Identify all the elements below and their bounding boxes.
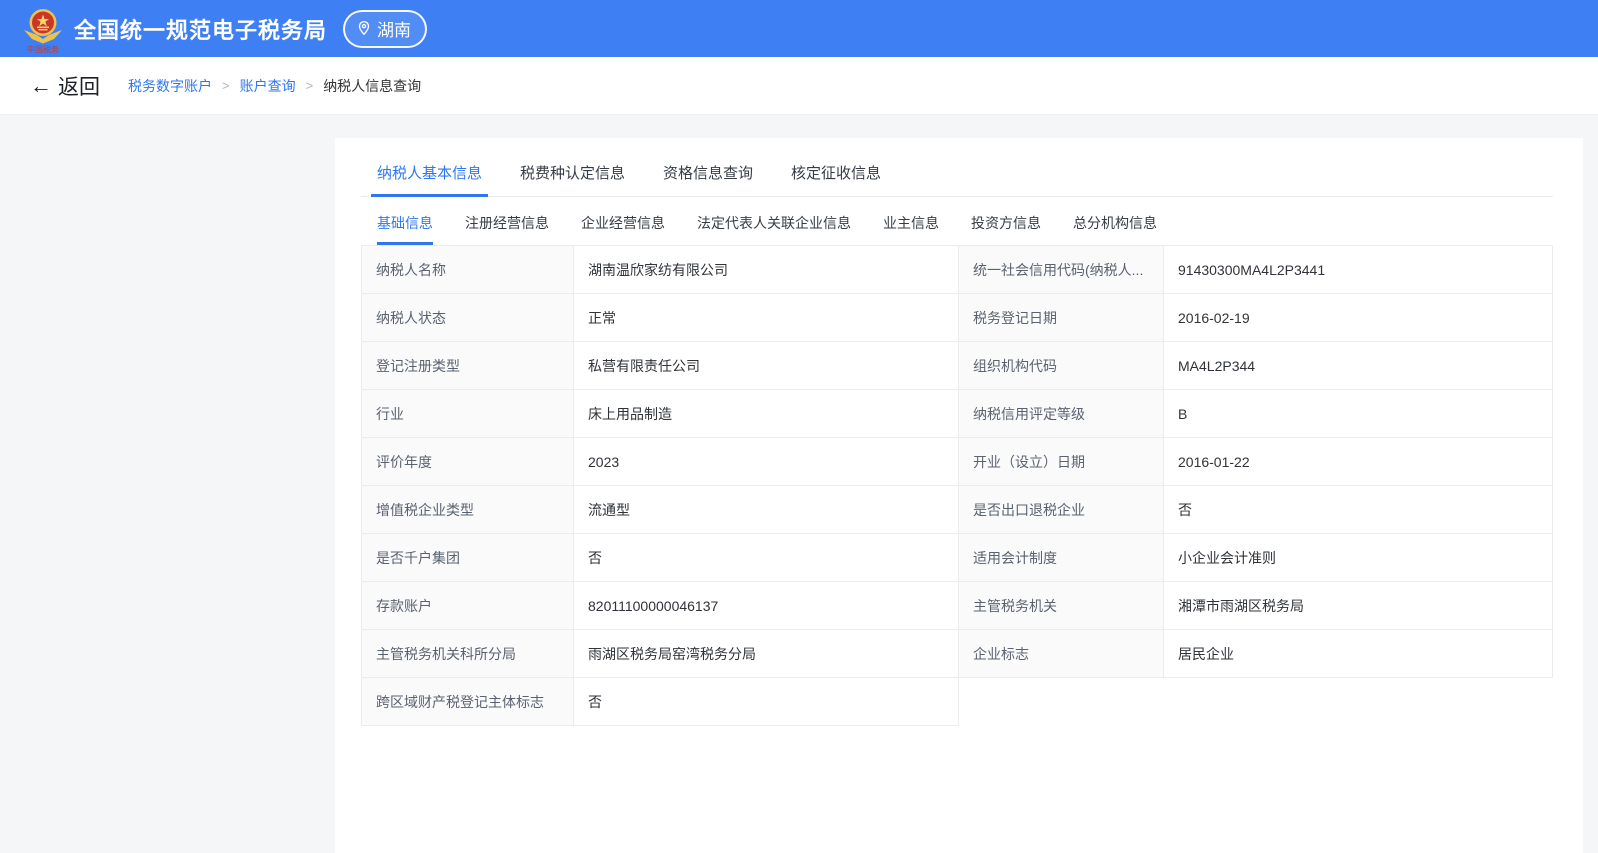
row-label: 开业（设立）日期: [959, 438, 1164, 485]
content-card: 纳税人基本信息 税费种认定信息 资格信息查询 核定征收信息 基础信息注册经营信息企业经…: [335, 138, 1583, 853]
row-label: 主管税务机关: [959, 582, 1164, 629]
table-row: 存款账户82011100000046137主管税务机关湘潭市雨湖区税务局: [361, 582, 1553, 630]
secondary-tab-2[interactable]: 企业经营信息: [581, 213, 665, 245]
secondary-tab-6[interactable]: 总分机构信息: [1073, 213, 1157, 245]
secondary-tab-3[interactable]: 法定代表人关联企业信息: [697, 213, 851, 245]
row-value: 2016-02-19: [1164, 294, 1552, 341]
row-value: 雨湖区税务局窑湾税务分局: [574, 630, 959, 677]
row-value: B: [1164, 390, 1552, 437]
back-label: 返回: [58, 71, 100, 101]
row-label: 行业: [362, 390, 574, 437]
row-label: 组织机构代码: [959, 342, 1164, 389]
row-label: 纳税信用评定等级: [959, 390, 1164, 437]
app-header: 中国税务 全国统一规范电子税务局 湖南: [0, 0, 1598, 57]
row-value: MA4L2P344: [1164, 342, 1552, 389]
table-row: 评价年度2023开业（设立）日期2016-01-22: [361, 438, 1553, 486]
row-label: 增值税企业类型: [362, 486, 574, 533]
row-value: 91430300MA4L2P3441: [1164, 246, 1552, 293]
breadcrumb-separator: >: [306, 78, 314, 93]
breadcrumb-separator: >: [222, 78, 230, 93]
table-row: 纳税人状态正常税务登记日期2016-02-19: [361, 294, 1553, 342]
breadcrumb-bar: ← 返回 税务数字账户 > 账户查询 > 纳税人信息查询: [0, 57, 1598, 115]
taxpayer-info-table: 纳税人名称湖南温欣家纺有限公司统一社会信用代码(纳税人...91430300MA…: [361, 245, 1553, 726]
location-pin-icon: [356, 20, 372, 36]
secondary-tab-5[interactable]: 投资方信息: [971, 213, 1041, 245]
row-value: 湖南温欣家纺有限公司: [574, 246, 959, 293]
row-label: 纳税人状态: [362, 294, 574, 341]
row-label: 主管税务机关科所分局: [362, 630, 574, 677]
row-label: 是否出口退税企业: [959, 486, 1164, 533]
back-arrow-icon: ←: [30, 75, 52, 97]
secondary-tabs: 基础信息注册经营信息企业经营信息法定代表人关联企业信息业主信息投资方信息总分机构…: [361, 197, 1553, 245]
primary-tab-1[interactable]: 税费种认定信息: [520, 162, 625, 196]
row-value: 小企业会计准则: [1164, 534, 1552, 581]
row-value: 湘潭市雨湖区税务局: [1164, 582, 1552, 629]
row-value: 否: [1164, 486, 1552, 533]
svg-text:中国税务: 中国税务: [27, 44, 59, 54]
china-tax-emblem-icon: 中国税务: [22, 5, 64, 55]
row-value: 居民企业: [1164, 630, 1552, 677]
secondary-tab-4[interactable]: 业主信息: [883, 213, 939, 245]
row-label: 跨区域财产税登记主体标志: [362, 678, 574, 725]
page-background: 纳税人基本信息 税费种认定信息 资格信息查询 核定征收信息 基础信息注册经营信息企业经…: [0, 115, 1598, 853]
row-value: 否: [574, 678, 958, 725]
row-value: 正常: [574, 294, 959, 341]
row-label: 是否千户集团: [362, 534, 574, 581]
row-label: 存款账户: [362, 582, 574, 629]
row-label: 统一社会信用代码(纳税人...: [959, 246, 1164, 293]
breadcrumb: 税务数字账户 > 账户查询 > 纳税人信息查询: [128, 76, 421, 96]
table-row: 主管税务机关科所分局雨湖区税务局窑湾税务分局企业标志居民企业: [361, 630, 1553, 678]
row-label: 纳税人名称: [362, 246, 574, 293]
breadcrumb-link[interactable]: 账户查询: [240, 76, 296, 96]
back-button[interactable]: ← 返回: [30, 71, 100, 101]
row-label: 税务登记日期: [959, 294, 1164, 341]
primary-tab-3[interactable]: 核定征收信息: [791, 162, 881, 196]
primary-tab-0[interactable]: 纳税人基本信息: [377, 162, 482, 196]
table-row: 登记注册类型私营有限责任公司组织机构代码MA4L2P344: [361, 342, 1553, 390]
table-row: 增值税企业类型流通型是否出口退税企业否: [361, 486, 1553, 534]
table-row: 是否千户集团否适用会计制度小企业会计准则: [361, 534, 1553, 582]
row-value: 否: [574, 534, 959, 581]
region-selector[interactable]: 湖南: [343, 10, 427, 48]
row-value: 2023: [574, 438, 959, 485]
breadcrumb-current: 纳税人信息查询: [323, 76, 421, 96]
row-value: 私营有限责任公司: [574, 342, 959, 389]
primary-tabs: 纳税人基本信息 税费种认定信息 资格信息查询 核定征收信息: [361, 138, 1553, 197]
row-value: 2016-01-22: [1164, 438, 1552, 485]
row-label: 评价年度: [362, 438, 574, 485]
breadcrumb-link[interactable]: 税务数字账户: [128, 76, 212, 96]
region-label: 湖南: [377, 16, 411, 41]
row-label: 适用会计制度: [959, 534, 1164, 581]
row-value: 流通型: [574, 486, 959, 533]
table-row: 纳税人名称湖南温欣家纺有限公司统一社会信用代码(纳税人...91430300MA…: [361, 246, 1553, 294]
table-row: 行业床上用品制造纳税信用评定等级B: [361, 390, 1553, 438]
row-value: 床上用品制造: [574, 390, 959, 437]
primary-tab-2[interactable]: 资格信息查询: [663, 162, 753, 196]
secondary-tab-0[interactable]: 基础信息: [377, 213, 433, 245]
app-title: 全国统一规范电子税务局: [74, 13, 327, 45]
table-row: 跨区域财产税登记主体标志否: [361, 678, 959, 726]
secondary-tab-1[interactable]: 注册经营信息: [465, 213, 549, 245]
row-label: 登记注册类型: [362, 342, 574, 389]
row-value: 82011100000046137: [574, 582, 959, 629]
row-label: 企业标志: [959, 630, 1164, 677]
